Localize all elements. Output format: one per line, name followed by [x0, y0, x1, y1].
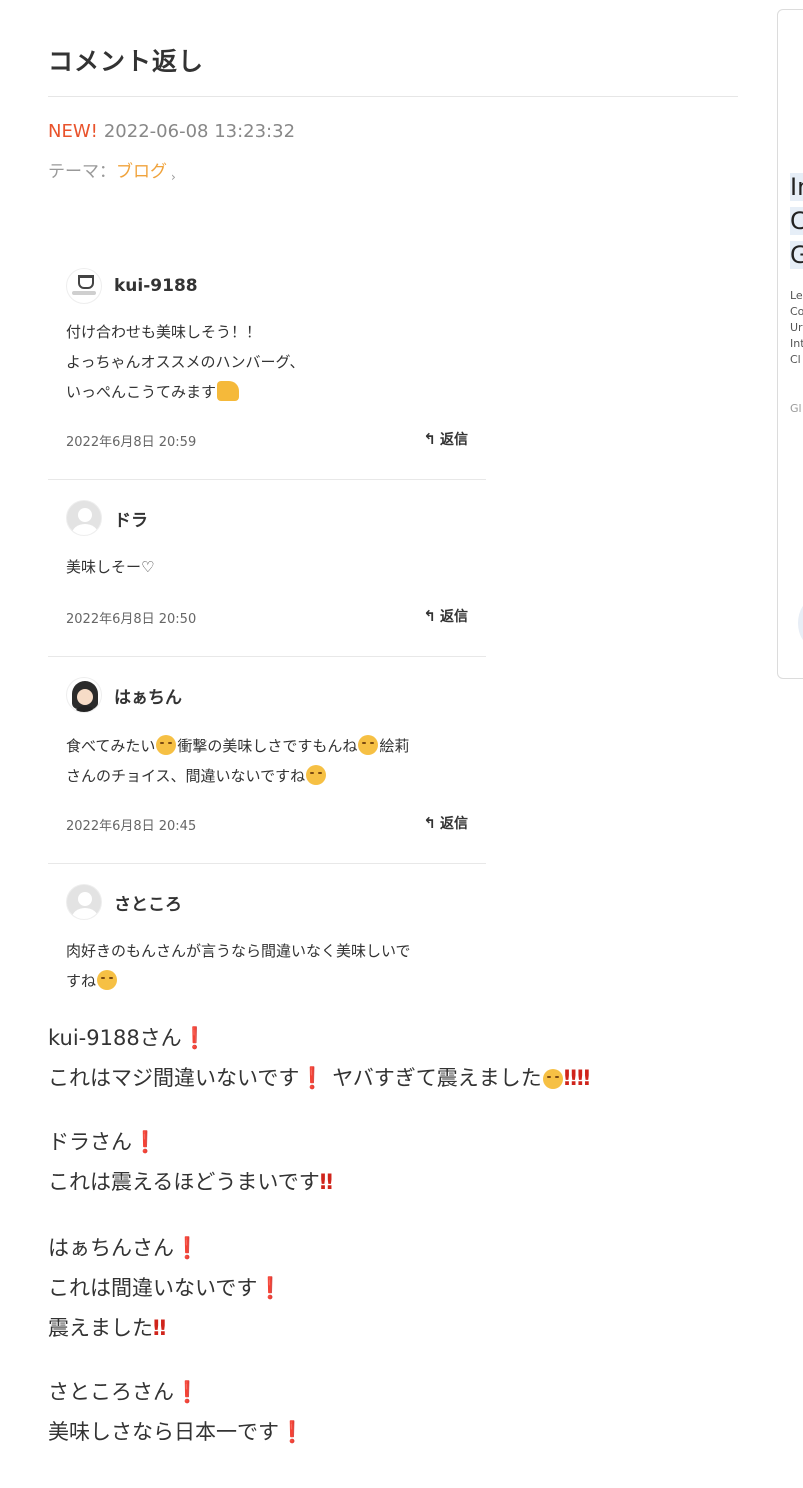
chevron-right-icon: ›	[171, 170, 176, 184]
ad-text-line: Co	[790, 305, 803, 318]
ad-text-line: Int	[790, 337, 803, 350]
post-paragraph: さところさん❗ 美味しさなら日本一です❗	[48, 1380, 306, 1444]
comment-body: 付け合わせも美味しそう！！ よっちゃんオススメのハンバーグ、 いっぺんこうてみま…	[66, 323, 305, 401]
exclamation-icon: ❗	[132, 1130, 159, 1154]
comment-date: 2022年6月8日 20:45	[66, 819, 197, 834]
double-exclamation-icon: ‼	[319, 1170, 333, 1194]
double-exclamation-icon: ‼	[153, 1316, 167, 1340]
entry-meta-date: NEW! 2022-06-08 13:23:32	[48, 121, 295, 142]
exclamation-icon: ❗	[279, 1420, 306, 1444]
avatar[interactable]	[66, 884, 102, 920]
ad-footer-text: Gl	[790, 402, 802, 415]
double-exclamation-icon: ‼	[563, 1066, 577, 1090]
ad-heading-line: G	[790, 241, 803, 269]
comment-divider	[48, 656, 486, 657]
post-paragraph: kui-9188さん❗ これはマジ間違いないです❗ ヤバすぎて震えました ‼‼	[48, 1026, 591, 1090]
comment-body: 肉好きのもんさんが言うなら間違いなく美味しいで すね	[66, 942, 411, 990]
theme-label: テーマ：	[48, 162, 116, 182]
post-paragraph: はぁちんさん❗ これは間違いないです❗ 震えました‼	[48, 1236, 284, 1340]
ad-text-line: Cl	[790, 353, 801, 366]
trophy-icon	[78, 275, 94, 289]
grinning-squinting-face-icon	[542, 1069, 563, 1089]
comment-divider	[48, 479, 486, 480]
entry-datetime: 2022-06-08 13:23:32	[103, 121, 296, 142]
comment-date: 2022年6月8日 20:50	[66, 612, 197, 627]
reply-icon: ↰	[423, 814, 436, 832]
ad-heading-line: C	[790, 207, 803, 235]
comment-header: kui-9188	[66, 267, 198, 305]
new-badge: NEW!	[48, 121, 98, 142]
avatar[interactable]	[66, 677, 102, 713]
avatar[interactable]	[66, 268, 102, 304]
comment-username[interactable]: はぁちん	[114, 683, 182, 708]
winking-face-icon	[358, 735, 379, 755]
thumbs-up-icon	[217, 381, 240, 401]
reply-button[interactable]: ↰ 返信	[423, 429, 468, 449]
exclamation-icon: ❗	[181, 1026, 208, 1050]
ad-heading-line: In	[790, 173, 803, 201]
comment-divider	[48, 863, 486, 864]
grinning-squinting-face-icon	[97, 970, 118, 990]
exclamation-icon: ❗	[174, 1236, 201, 1260]
double-exclamation-icon: ‼	[576, 1066, 591, 1090]
reply-button[interactable]: ↰ 返信	[423, 606, 468, 626]
page-title: コメント返し	[48, 47, 205, 76]
kissing-face-icon	[306, 765, 327, 785]
sidebar-ad-card[interactable]: In C G Le Co Ur Int Cl Gl	[777, 9, 803, 679]
ad-text-line: Ur	[790, 321, 803, 334]
comment-header: さところ	[66, 883, 182, 921]
exclamation-icon: ❗	[174, 1380, 201, 1404]
ad-text-line: Le	[790, 289, 803, 302]
reply-button[interactable]: ↰ 返信	[423, 813, 468, 833]
reply-icon: ↰	[423, 430, 436, 448]
comment-header: はぁちん	[66, 676, 182, 714]
ad-button[interactable]	[798, 600, 803, 646]
smiling-face-icon	[156, 735, 177, 755]
exclamation-icon: ❗	[257, 1276, 284, 1300]
comment-username[interactable]: さところ	[114, 890, 182, 915]
header-divider	[48, 96, 738, 97]
comment-date: 2022年6月8日 20:59	[66, 435, 197, 450]
comment-body: 美味しそー♡	[66, 558, 155, 576]
comment-body: 食べてみたい 衝撃の美味しさですもんね 絵莉 さんのチョイス、間違いないですね	[66, 735, 410, 785]
comment-header: ドラ	[66, 499, 148, 537]
comment-username[interactable]: ドラ	[114, 506, 148, 531]
theme-link[interactable]: ブログ	[116, 162, 167, 182]
exclamation-icon: ❗	[299, 1066, 326, 1090]
comment-username[interactable]: kui-9188	[114, 276, 198, 296]
avatar[interactable]	[66, 500, 102, 536]
reply-icon: ↰	[423, 607, 436, 625]
entry-theme: テーマ：ブログ ›	[48, 157, 176, 184]
post-paragraph: ドラさん❗ これは震えるほどうまいです‼	[48, 1130, 333, 1194]
